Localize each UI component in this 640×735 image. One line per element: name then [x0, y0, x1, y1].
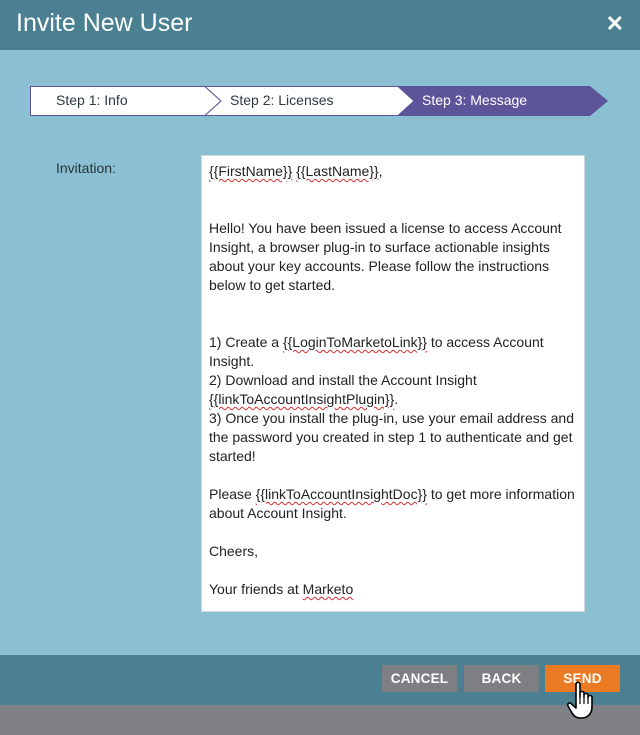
dialog-title: Invite New User [16, 9, 193, 37]
cheers-line: Cheers, [209, 543, 259, 559]
signature-line: Your friends at Marketo [209, 580, 577, 599]
signature-text: Your friends at [209, 581, 303, 597]
invitation-label: Invitation: [56, 160, 116, 176]
doc-paragraph: Please {{linkToAccountInsightDoc}} to ge… [209, 485, 577, 523]
token-first-name: {{FirstName}} [209, 163, 293, 179]
back-button[interactable]: BACK [464, 665, 539, 692]
instruction-step-1: 1) Create a {{LoginToMarketoLink}} to ac… [209, 333, 577, 371]
instruction-step-2: 2) Download and install the Account Insi… [209, 371, 577, 409]
step-2-licenses[interactable]: Step 2: Licenses [230, 92, 334, 108]
step2-text-b: . [394, 391, 399, 407]
intro-paragraph: Hello! You have been issued a license to… [209, 220, 562, 293]
token-login-link: {{LoginToMarketoLink}} [282, 334, 427, 350]
signature-brand: Marketo [302, 581, 354, 597]
step-1-info[interactable]: Step 1: Info [56, 92, 128, 108]
dialog-header: Invite New User ✕ [0, 0, 640, 50]
invite-user-dialog: Invite New User ✕ Step 1: Info Step 2: L… [0, 0, 640, 705]
token-last-name: {{LastName}} [296, 163, 379, 179]
step-3-message[interactable]: Step 3: Message [422, 92, 527, 108]
dialog-footer: CANCEL BACK SEND [0, 655, 640, 705]
step1-text-a: 1) Create a [209, 334, 283, 350]
greeting-line: {{FirstName}} {{LastName}}, [209, 162, 577, 181]
doc-text-a: Please [209, 486, 256, 502]
invitation-message-textarea[interactable]: {{FirstName}} {{LastName}}, Hello! You h… [201, 155, 585, 612]
cancel-button[interactable]: CANCEL [382, 665, 457, 692]
instruction-step-3: 3) Once you install the plug-in, use you… [209, 410, 574, 464]
greeting-suffix: , [378, 163, 383, 179]
token-doc-link: {{linkToAccountInsightDoc}} [255, 486, 427, 502]
close-icon[interactable]: ✕ [606, 11, 624, 37]
hand-pointer-icon [566, 681, 593, 719]
wizard-steps: Step 1: Info Step 2: Licenses Step 3: Me… [30, 86, 608, 116]
token-plugin-link: {{linkToAccountInsightPlugin}} [209, 391, 395, 407]
step2-text-a: 2) Download and install the Account Insi… [209, 372, 477, 388]
